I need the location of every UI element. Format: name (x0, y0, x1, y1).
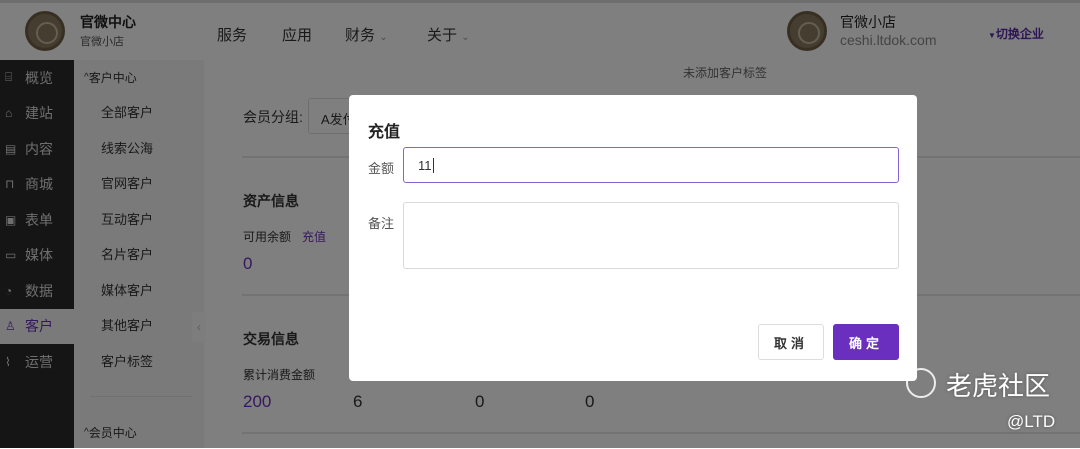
cancel-button[interactable]: 取消 (758, 324, 824, 360)
confirm-button[interactable]: 确定 (833, 324, 899, 360)
amount-label: 金额 (368, 161, 395, 176)
dialog-title: 充值 (368, 124, 401, 141)
watermark-logo-icon (906, 368, 936, 398)
watermark-text: 老虎社区 (946, 371, 1051, 401)
amount-input[interactable]: 11 (403, 147, 899, 183)
recharge-dialog: 充值 金额 11 备注 取消 确定 (349, 95, 917, 381)
note-label: 备注 (368, 216, 395, 231)
amount-value: 11 (418, 158, 432, 173)
note-textarea[interactable] (403, 202, 899, 269)
watermark-handle: @LTD (1007, 412, 1056, 431)
